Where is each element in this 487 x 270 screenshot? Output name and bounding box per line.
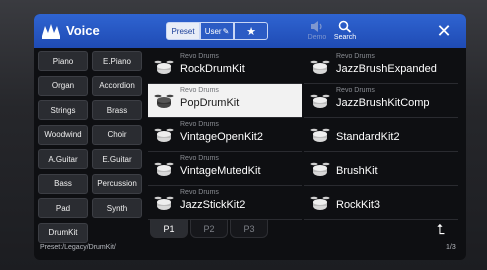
page-tab-p3[interactable]: P3 — [230, 219, 268, 238]
voice-name: VintageOpenKit2 — [180, 131, 263, 143]
drum-kit-icon — [310, 194, 330, 212]
category-button-e-piano[interactable]: E.Piano — [92, 51, 142, 71]
voice-category: Revo Drums — [336, 53, 375, 60]
page-tab-p1[interactable]: P1 — [150, 219, 188, 238]
drum-kit-icon — [310, 58, 330, 76]
voice-category: Revo Drums — [180, 189, 219, 196]
pencil-icon: ✎ — [222, 26, 230, 36]
current-path: Preset:/Legacy/DrumKit/ — [40, 244, 116, 251]
preset-button[interactable]: Preset — [166, 22, 200, 40]
category-button-percussion[interactable]: Percussion — [92, 173, 142, 194]
category-button-organ[interactable]: Organ — [38, 75, 88, 96]
category-button-strings[interactable]: Strings — [38, 100, 88, 120]
page-tab-p2[interactable]: P2 — [190, 219, 228, 238]
speaker-icon — [302, 20, 332, 34]
voice-item[interactable]: Revo Drums VintageMutedKit — [148, 152, 302, 186]
demo-label: Demo — [307, 34, 327, 41]
drum-kit-icon — [154, 194, 174, 212]
category-button-a-guitar[interactable]: A.Guitar — [38, 149, 88, 169]
category-button-e-guitar[interactable]: E.Guitar — [92, 149, 142, 169]
category-button-choir[interactable]: Choir — [92, 124, 142, 145]
voice-item[interactable]: Revo Drums VintageOpenKit2 — [148, 118, 302, 152]
voice-name: RockKit3 — [336, 199, 381, 211]
voice-screen: Voice Preset User ✎ ★ Demo Search ✕ Pian… — [34, 14, 466, 260]
voice-name: PopDrumKit — [180, 97, 240, 109]
voice-list: Revo Drums RockDrumKit Revo Drums JazzBrush… — [148, 50, 460, 232]
voice-item[interactable]: Revo Drums JazzStickKit2 — [148, 186, 302, 220]
voice-category: Revo Drums — [180, 53, 219, 60]
voice-item[interactable]: Revo Drums JazzBrushKitComp — [304, 84, 458, 118]
window-title: Voice — [66, 23, 100, 38]
category-button-pad[interactable]: Pad — [38, 198, 88, 218]
close-button[interactable]: ✕ — [432, 20, 456, 42]
drum-kit-icon — [154, 160, 174, 178]
category-button-drumkit[interactable]: DrumKit — [38, 222, 88, 243]
voice-item[interactable]: RockKit3 — [304, 186, 458, 220]
demo-button[interactable]: Demo — [302, 20, 332, 44]
category-button-synth[interactable]: Synth — [92, 198, 142, 218]
category-button-brass[interactable]: Brass — [92, 100, 142, 120]
voice-item[interactable]: Revo Drums RockDrumKit — [148, 50, 302, 84]
drum-kit-icon — [154, 92, 174, 110]
voice-name: VintageMutedKit — [180, 165, 261, 177]
voice-name: StandardKit2 — [336, 131, 400, 143]
category-button-piano[interactable]: Piano — [38, 51, 88, 71]
drum-kit-icon — [154, 126, 174, 144]
drum-kit-icon — [310, 126, 330, 144]
drum-kit-icon — [310, 92, 330, 110]
category-panel: Piano E.Piano Organ Accordion Strings Brass Wo… — [38, 50, 144, 243]
voice-item[interactable]: BrushKit — [304, 152, 458, 186]
favorite-button[interactable]: ★ — [234, 22, 268, 40]
close-icon: ✕ — [436, 21, 452, 41]
star-icon: ★ — [246, 25, 256, 38]
category-button-bass[interactable]: Bass — [38, 173, 88, 194]
category-button-accordion[interactable]: Accordion — [92, 75, 142, 96]
voice-category: Revo Drums — [180, 87, 219, 94]
search-label: Search — [333, 34, 357, 41]
search-button[interactable]: Search — [330, 20, 360, 44]
user-label: User — [204, 26, 222, 36]
voice-item[interactable]: Revo Drums JazzBrushExpanded — [304, 50, 458, 84]
up-arrow-icon: ⮤ — [436, 221, 446, 237]
title-bar: Voice Preset User ✎ ★ Demo Search ✕ — [34, 14, 466, 48]
voice-item[interactable]: StandardKit2 — [304, 118, 458, 152]
user-button[interactable]: User ✎ — [200, 22, 234, 40]
drum-kit-icon — [154, 58, 174, 76]
voice-name: JazzStickKit2 — [180, 199, 246, 211]
voice-category: Revo Drums — [336, 87, 375, 94]
voice-item[interactable]: Revo Drums PopDrumKit — [148, 84, 302, 118]
voice-name: RockDrumKit — [180, 63, 245, 75]
voice-category: Revo Drums — [180, 155, 219, 162]
voice-category: Revo Drums — [180, 121, 219, 128]
category-button-woodwind[interactable]: Woodwind — [38, 124, 88, 145]
page-count: 1/3 — [446, 244, 456, 251]
search-icon — [330, 20, 360, 34]
voice-name: JazzBrushExpanded — [336, 63, 437, 75]
page-tabs: P3 P2 P1 ⮤ — [148, 219, 460, 239]
voice-name: JazzBrushKitComp — [336, 97, 430, 109]
folder-up-button[interactable]: ⮤ — [430, 220, 452, 238]
voice-icon — [40, 22, 62, 40]
voice-name: BrushKit — [336, 165, 378, 177]
drum-kit-icon — [310, 160, 330, 178]
